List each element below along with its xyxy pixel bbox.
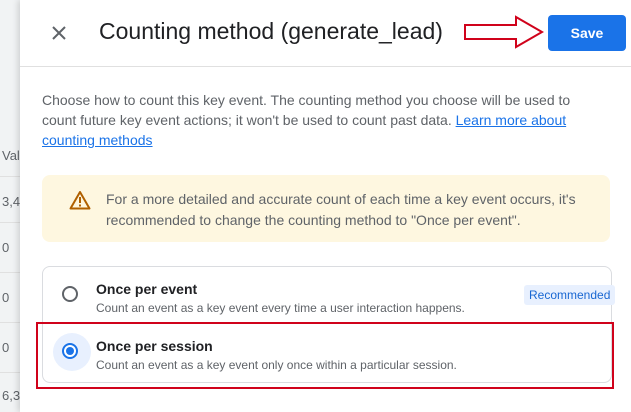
row-divider <box>0 222 20 223</box>
option-once-per-event[interactable]: Once per event Count an event as a key e… <box>43 267 616 324</box>
annotation-arrow-icon <box>464 15 544 49</box>
warning-text: For a more detailed and accurate count o… <box>106 191 576 228</box>
option-description: Count an event as a key event every time… <box>96 301 465 315</box>
row-divider <box>0 272 20 273</box>
column-header: Val <box>2 148 20 163</box>
warning-triangle-icon <box>69 191 91 210</box>
option-description: Count an event as a key event only once … <box>96 358 457 372</box>
row-divider <box>0 176 20 177</box>
counting-method-panel: Counting method (generate_lead) Save Cho… <box>20 0 631 412</box>
table-cell: 0 <box>2 290 10 305</box>
table-cell: 3,4 <box>2 194 21 209</box>
option-once-per-session[interactable]: Once per session Count an event as a key… <box>43 324 611 380</box>
background-table-column: Val 3,4 0 0 0 6,3 <box>0 0 21 412</box>
counting-options: Once per event Count an event as a key e… <box>42 266 616 383</box>
warning-banner: For a more detailed and accurate count o… <box>42 175 610 242</box>
radio-button[interactable] <box>62 286 78 302</box>
table-cell: 6,3 <box>2 388 21 403</box>
recommended-badge: Recommended <box>524 285 616 305</box>
panel-header: Counting method (generate_lead) Save <box>20 0 631 67</box>
radio-button-selected[interactable] <box>62 343 78 359</box>
row-divider <box>0 322 20 323</box>
save-button[interactable]: Save <box>548 15 626 51</box>
table-cell: 0 <box>2 240 10 255</box>
description: Choose how to count this key event. The … <box>42 90 602 150</box>
row-divider <box>0 372 20 373</box>
table-cell: 0 <box>2 340 10 355</box>
close-button[interactable] <box>44 18 74 48</box>
option-label: Once per session <box>96 338 213 354</box>
option-label: Once per event <box>96 281 198 297</box>
panel-title: Counting method (generate_lead) <box>99 18 443 44</box>
close-icon <box>52 26 66 40</box>
